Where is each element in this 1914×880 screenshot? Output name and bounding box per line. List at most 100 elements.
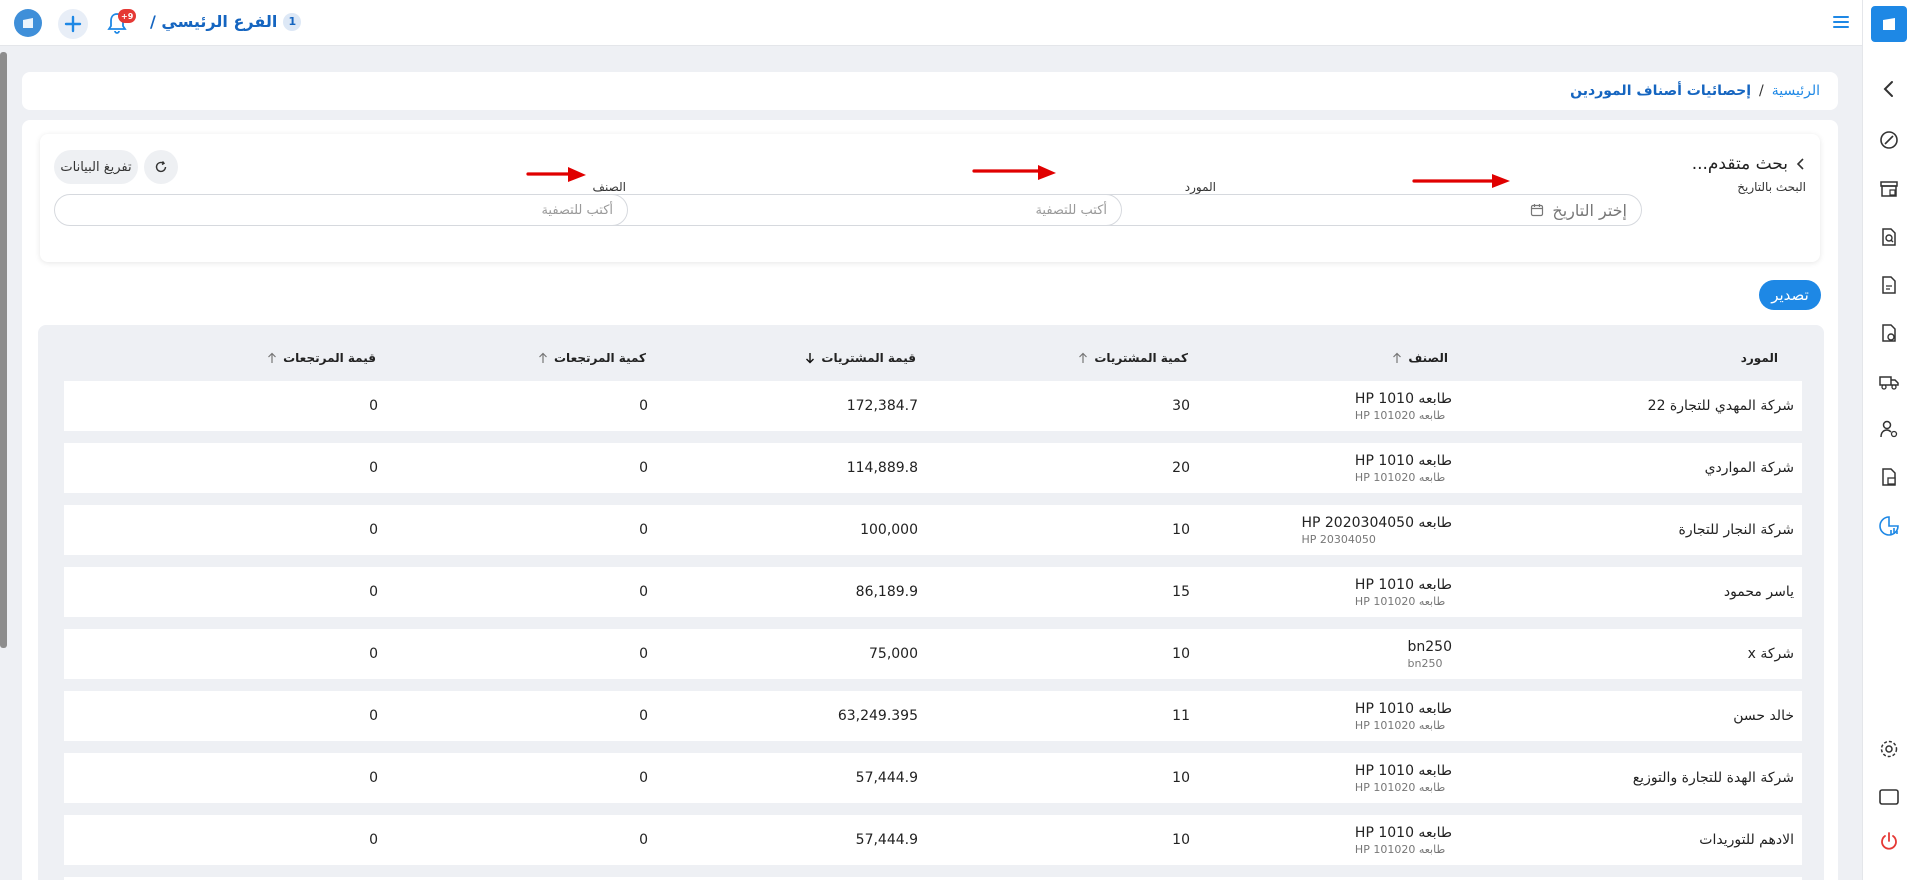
header-supplier[interactable]: المورد [1741, 351, 1778, 365]
item-code: طابعه HP 101020 [1354, 470, 1446, 484]
cell-return-value: 0 [369, 522, 378, 538]
cell-return-qty: 0 [639, 832, 648, 848]
item-code: طابعه HP 101020 [1354, 842, 1446, 856]
advanced-search-title: بحث متقدم... [1691, 154, 1788, 174]
settings-gear-icon[interactable] [1876, 736, 1902, 762]
cell-purchase-qty: 11 [1172, 708, 1190, 724]
cell-purchase-value: 57,444.9 [855, 832, 918, 848]
item-filter-input[interactable]: أكتب للتصفية [54, 194, 628, 226]
cell-return-qty: 0 [639, 584, 648, 600]
cell-supplier: خالد حسن [1733, 708, 1794, 724]
power-logout-icon[interactable] [1876, 828, 1902, 854]
left-scrollbar[interactable] [0, 52, 7, 648]
statistics-table: المورد الصنف كمية المشتريات قيمة المشتري… [38, 325, 1824, 880]
branch-selector[interactable]: 1 الفرع الرئيسي / [150, 12, 302, 31]
reports-document-icon[interactable] [1876, 464, 1902, 490]
header-return-value[interactable]: قيمة المرتجعات [267, 351, 376, 365]
collapse-chevron-icon[interactable] [1876, 76, 1902, 102]
sort-up-icon [1079, 352, 1088, 363]
table-row[interactable]: ياسر محمود طابعه HP 1010 طابعه HP 101020… [64, 567, 1802, 617]
table-row[interactable]: الادهم للتوريدات طابعه HP 1010 طابعه HP … [64, 815, 1802, 865]
dashboard-icon[interactable] [1876, 127, 1902, 153]
date-picker-input[interactable]: إختر التاريخ [1070, 194, 1642, 226]
header-return-qty[interactable]: كمية المرتجعات [538, 351, 646, 365]
item-name: طابعه HP 1010 [1354, 700, 1452, 717]
fullscreen-icon[interactable] [1876, 784, 1902, 810]
cell-purchase-value: 86,189.9 [855, 584, 918, 600]
notification-badge: +9 [118, 9, 137, 23]
header-purchase-qty[interactable]: كمية المشتريات [1078, 351, 1188, 365]
table-row[interactable]: شركة الهدة للتجارة والتوزيع طابعه HP 101… [64, 753, 1802, 803]
clear-data-button[interactable]: تفريغ البيانات [54, 150, 138, 184]
cell-item: طابعه HP 1010 طابعه HP 101020 [1355, 567, 1452, 617]
cell-item: طابعه HP 1010 طابعه HP 101020 [1355, 381, 1452, 431]
chevron-left-icon [1796, 158, 1804, 170]
cell-return-value: 0 [369, 770, 378, 786]
header-return-qty-label: كمية المرتجعات [554, 351, 646, 365]
cell-return-qty: 0 [639, 770, 648, 786]
cell-supplier: شركة المواردي [1704, 460, 1794, 476]
main-panel: بحث متقدم... تفريغ البيانات البحث بالتار… [22, 120, 1838, 880]
cell-purchase-value: 63,249.395 [837, 708, 918, 724]
cell-purchase-value: 172,384.7 [846, 398, 918, 414]
item-code: طابعه HP 101020 [1354, 718, 1446, 732]
statistics-chart-icon[interactable] [1876, 513, 1902, 539]
cell-return-value: 0 [369, 646, 378, 662]
item-code: bn250 [1407, 656, 1443, 670]
search-document-icon[interactable] [1876, 224, 1902, 250]
annotation-arrow-supplier [972, 165, 1056, 180]
annotation-arrow-date [1412, 174, 1510, 188]
purchase-document-icon[interactable] [1876, 320, 1902, 346]
supplier-placeholder: أكتب للتصفية [1035, 202, 1107, 218]
cell-item: طابعه HP 2020304050 HP 20304050 [1301, 505, 1452, 555]
calendar-icon [1530, 203, 1544, 217]
cell-supplier: شركة x [1747, 646, 1794, 662]
app-logo-icon[interactable] [14, 9, 42, 37]
item-name: bn250 [1407, 638, 1452, 655]
table-row[interactable]: خالد حسن طابعه HP 1010 طابعه HP 101020 1… [64, 691, 1802, 741]
cell-supplier: شركة الهدة للتجارة والتوزيع [1632, 770, 1794, 786]
menu-toggle-icon[interactable] [1832, 14, 1850, 30]
cell-return-value: 0 [369, 708, 378, 724]
item-placeholder: أكتب للتصفية [541, 202, 613, 218]
top-bar: +9 1 الفرع الرئيسي / [0, 0, 1862, 46]
branch-number: 1 [283, 12, 302, 31]
header-purchase-value[interactable]: قيمة المشتريات [805, 351, 916, 365]
cell-purchase-qty: 30 [1172, 398, 1190, 414]
table-row[interactable]: شركة x bn250 bn250 10 75,000 0 0 [64, 629, 1802, 679]
cell-return-qty: 0 [639, 708, 648, 724]
table-row[interactable]: شركة النجار للتجارة طابعه HP 2020304050 … [64, 505, 1802, 555]
cell-return-qty: 0 [639, 646, 648, 662]
store-icon[interactable] [1876, 176, 1902, 202]
item-code: طابعه HP 101020 [1354, 594, 1446, 608]
supplier-filter-input[interactable]: أكتب للتصفية [550, 194, 1122, 226]
delivery-truck-icon[interactable] [1876, 368, 1902, 394]
table-row[interactable]: شركة المواردي طابعه HP 1010 طابعه HP 101… [64, 443, 1802, 493]
annotation-arrow-item [526, 167, 586, 182]
cell-purchase-value: 57,444.9 [855, 770, 918, 786]
table-row[interactable]: شركة المهدي للتجارة 22 طابعه HP 1010 طاب… [64, 381, 1802, 431]
cell-purchase-qty: 10 [1172, 832, 1190, 848]
header-item[interactable]: الصنف [1392, 351, 1448, 365]
brand-logo-icon[interactable] [1871, 6, 1907, 42]
cell-return-value: 0 [369, 398, 378, 414]
breadcrumb-home-link[interactable]: الرئيسية [1772, 83, 1820, 99]
cell-item: طابعه HP 1010 طابعه HP 101020 [1355, 691, 1452, 741]
invoice-icon[interactable] [1876, 272, 1902, 298]
item-name: طابعه HP 1010 [1354, 452, 1452, 469]
users-settings-icon[interactable] [1876, 416, 1902, 442]
breadcrumb-separator: / [1759, 83, 1764, 99]
cell-purchase-qty: 10 [1172, 522, 1190, 538]
cell-purchase-value: 114,889.8 [846, 460, 918, 476]
export-button[interactable]: تصدير [1759, 280, 1821, 310]
breadcrumb: الرئيسية / إحصائيات أصناف الموردين [22, 72, 1838, 110]
refresh-button[interactable] [144, 150, 178, 184]
advanced-search-toggle[interactable]: بحث متقدم... [1692, 154, 1806, 174]
add-button[interactable] [58, 9, 88, 39]
cell-item: طابعه HP 1010 طابعه HP 101020 [1355, 443, 1452, 493]
right-sidebar [1862, 0, 1914, 880]
cell-return-value: 0 [369, 460, 378, 476]
sort-up-icon [539, 352, 547, 363]
header-item-label: الصنف [1408, 351, 1448, 365]
item-code: HP 20304050 [1301, 532, 1376, 546]
